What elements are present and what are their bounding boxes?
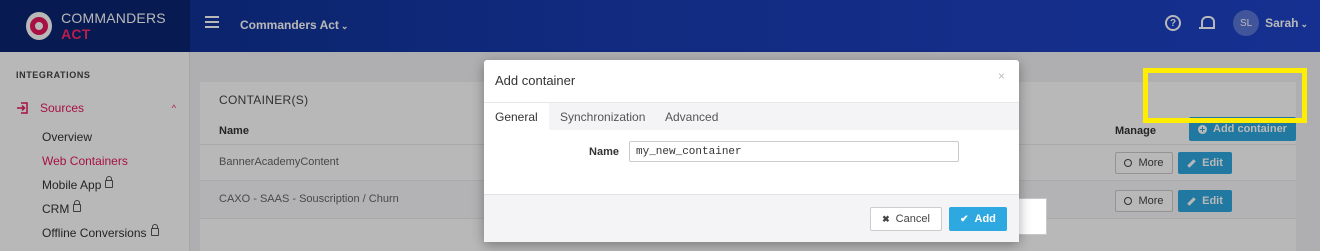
container-name-input[interactable] xyxy=(629,141,959,162)
underlying-input-edge xyxy=(1018,198,1047,235)
close-icon: ✖ xyxy=(882,213,890,224)
modal-footer: ✖ Cancel ✔ Add xyxy=(484,194,1019,242)
modal-title: Add container xyxy=(495,73,576,88)
check-icon: ✔ xyxy=(960,213,969,225)
add-label: Add xyxy=(974,213,996,225)
cancel-button[interactable]: ✖ Cancel xyxy=(870,207,942,231)
cancel-label: Cancel xyxy=(895,213,930,225)
add-button[interactable]: ✔ Add xyxy=(949,207,1007,231)
tab-advanced[interactable]: Advanced xyxy=(654,103,729,131)
close-icon[interactable]: × xyxy=(998,69,1005,83)
modal-tabs: General Synchronization Advanced xyxy=(484,102,1019,131)
tab-general[interactable]: General xyxy=(484,103,549,131)
add-container-modal: Add container × General Synchronization … xyxy=(484,60,1019,242)
tab-synchronization[interactable]: Synchronization xyxy=(549,103,656,131)
highlight-box xyxy=(1143,68,1307,123)
name-label: Name xyxy=(589,146,619,158)
